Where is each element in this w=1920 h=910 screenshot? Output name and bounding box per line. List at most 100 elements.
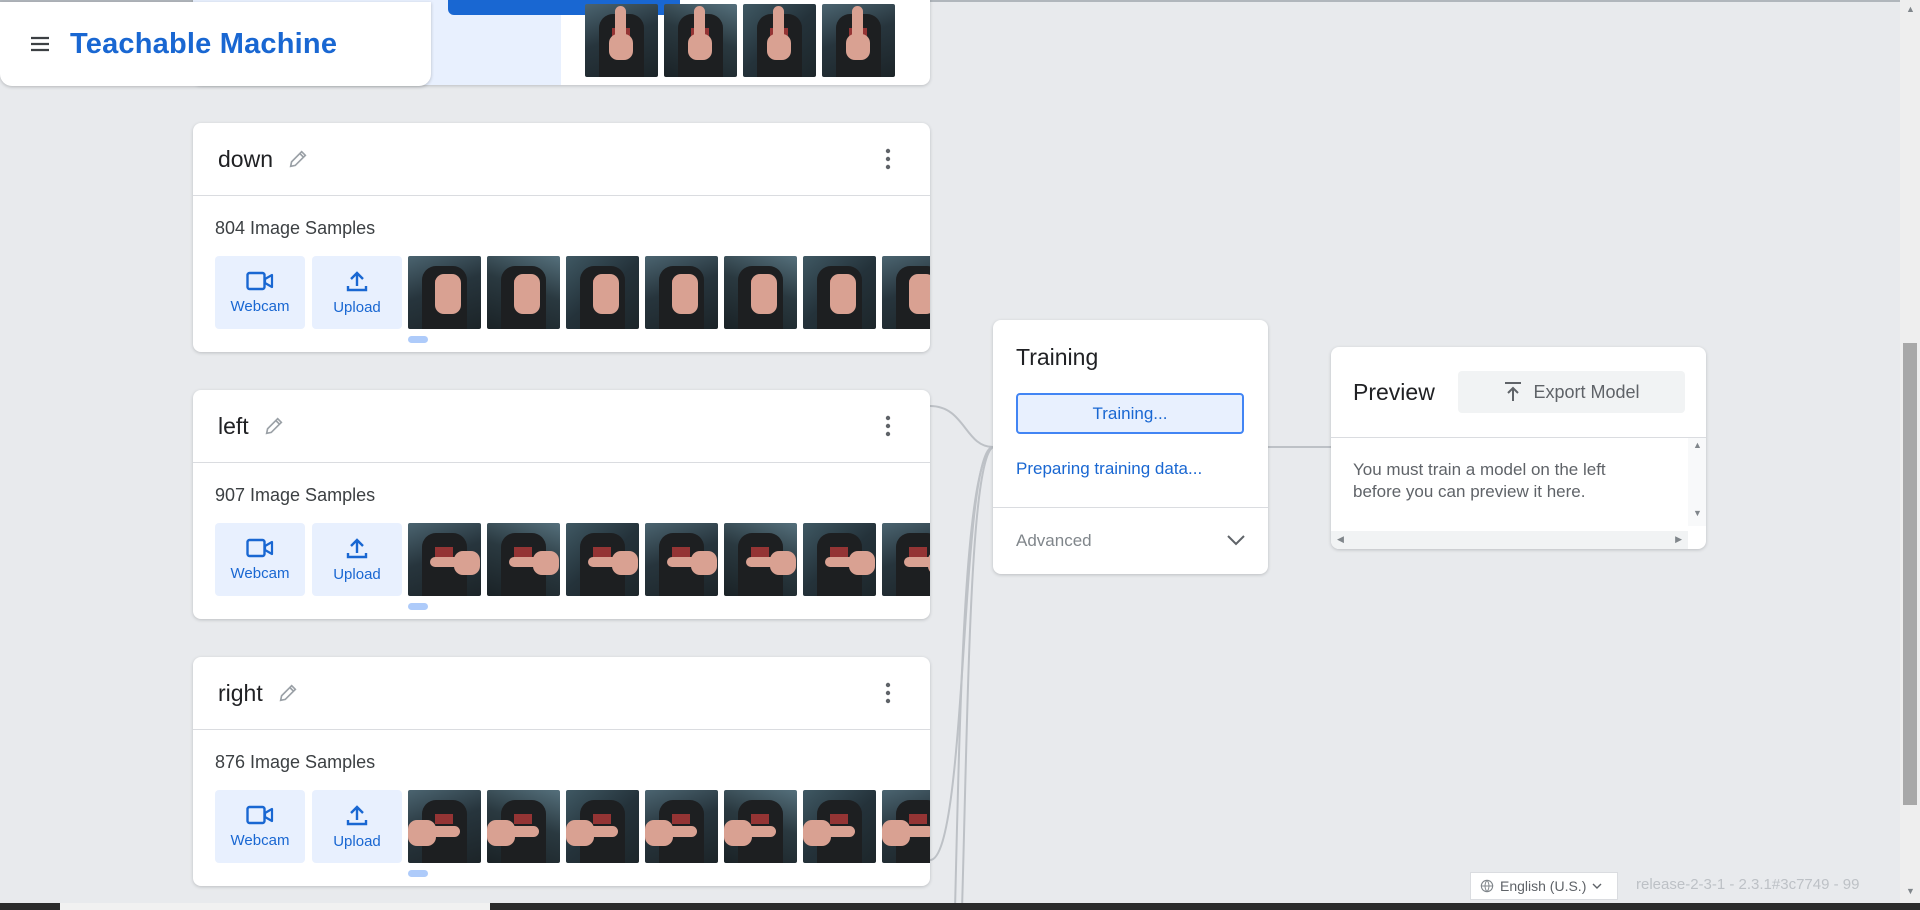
sample-thumbnail (664, 4, 737, 77)
language-label: English (U.S.) (1500, 878, 1587, 894)
strip-scroll-indicator[interactable] (408, 336, 428, 343)
sample-thumbnail[interactable] (566, 523, 639, 596)
scroll-up-arrow-icon[interactable]: ▲ (1906, 4, 1915, 14)
class-card-header: right (193, 657, 930, 730)
chevron-down-icon[interactable] (1224, 528, 1248, 552)
scroll-down-arrow-icon[interactable]: ▼ (1693, 508, 1702, 518)
menu-icon[interactable] (24, 28, 56, 60)
class-name[interactable]: right (218, 680, 263, 707)
videocam-icon (246, 538, 274, 558)
upload-icon (346, 271, 368, 292)
chevron-down-icon (1592, 883, 1602, 889)
sample-thumbnail[interactable] (724, 523, 797, 596)
upload-button[interactable]: Upload (312, 523, 402, 596)
sample-thumbnail[interactable] (487, 523, 560, 596)
sample-thumbnail[interactable] (408, 523, 481, 596)
sample-thumbnail[interactable] (803, 523, 876, 596)
sample-strip[interactable] (408, 523, 930, 596)
train-model-button[interactable]: Training... (1016, 393, 1244, 434)
divider (993, 507, 1268, 508)
training-status: Preparing training data... (1016, 459, 1203, 478)
webcam-button[interactable]: Webcam (215, 790, 305, 863)
sample-thumbnail[interactable] (645, 523, 718, 596)
upload-label: Upload (333, 299, 381, 316)
version-text: release-2-3-1 - 2.3.1#3c7749 - 99 (1636, 876, 1860, 893)
sample-thumbnail[interactable] (408, 790, 481, 863)
training-card: Training Training... Preparing training … (993, 320, 1268, 574)
bottom-bar-highlight (60, 903, 490, 910)
sample-thumbnail[interactable] (408, 256, 481, 329)
bottom-bar (0, 903, 1920, 910)
upload-label: Upload (333, 833, 381, 850)
webcam-button[interactable]: Webcam (215, 256, 305, 329)
app-header: Teachable Machine (0, 2, 431, 86)
sample-thumbnail[interactable] (645, 790, 718, 863)
sample-thumbnail (743, 4, 816, 77)
class-card-down: down 804 Image Samples Webcam Upload (193, 123, 930, 352)
webcam-label: Webcam (230, 832, 290, 849)
divider (1331, 437, 1706, 438)
globe-icon (1480, 879, 1494, 893)
page-scrollbar-thumb[interactable] (1903, 343, 1917, 805)
webcam-label: Webcam (230, 298, 290, 315)
sample-thumbnail[interactable] (566, 256, 639, 329)
scroll-left-arrow-icon[interactable]: ◀ (1337, 534, 1344, 545)
class-card-left: left 907 Image Samples Webcam Upload (193, 390, 930, 619)
upload-label: Upload (333, 566, 381, 583)
language-select[interactable]: English (U.S.) (1470, 872, 1618, 900)
sample-thumbnail (585, 4, 658, 77)
sample-thumbnail[interactable] (724, 256, 797, 329)
sample-count: 907 Image Samples (215, 485, 376, 505)
export-icon (1505, 382, 1522, 401)
export-model-button[interactable]: Export Model (1458, 371, 1685, 413)
upload-button[interactable]: Upload (312, 256, 402, 329)
sample-thumbnail[interactable] (566, 790, 639, 863)
class-name[interactable]: left (218, 413, 249, 440)
scroll-right-arrow-icon[interactable]: ▶ (1675, 534, 1682, 545)
scroll-down-arrow-icon[interactable]: ▼ (1906, 886, 1915, 896)
sample-count: 876 Image Samples (215, 752, 376, 772)
sample-strip[interactable] (408, 256, 930, 329)
pencil-icon[interactable] (277, 682, 299, 704)
upload-icon (346, 805, 368, 826)
more-vert-icon[interactable] (876, 414, 900, 438)
sample-thumbnail[interactable] (803, 256, 876, 329)
strip-scroll-indicator[interactable] (408, 603, 428, 610)
class-card-right: right 876 Image Samples Webcam Upload (193, 657, 930, 886)
export-model-label: Export Model (1533, 381, 1640, 402)
preview-vertical-scrollbar[interactable]: ▲ ▼ (1688, 438, 1706, 526)
more-vert-icon[interactable] (876, 147, 900, 171)
pencil-icon[interactable] (263, 415, 285, 437)
app-title[interactable]: Teachable Machine (70, 28, 337, 61)
upload-button[interactable]: Upload (312, 790, 402, 863)
webcam-button[interactable]: Webcam (215, 523, 305, 596)
sample-thumbnail[interactable] (803, 790, 876, 863)
preview-message: You must train a model on the left befor… (1353, 460, 1606, 501)
more-vert-icon[interactable] (876, 681, 900, 705)
class-card-header: down (193, 123, 930, 196)
sample-thumbnail[interactable] (882, 523, 930, 596)
class-name[interactable]: down (218, 146, 273, 173)
videocam-icon (246, 805, 274, 825)
preview-horizontal-scrollbar[interactable]: ◀ ▶ (1331, 531, 1688, 549)
sample-thumbnail[interactable] (487, 256, 560, 329)
advanced-toggle-label[interactable]: Advanced (1016, 531, 1092, 551)
training-title: Training (1016, 344, 1099, 370)
preview-title: Preview (1353, 379, 1435, 405)
sample-thumbnail[interactable] (645, 256, 718, 329)
sample-thumbnail[interactable] (487, 790, 560, 863)
preview-card: Preview Export Model You must train a mo… (1331, 347, 1706, 549)
pencil-icon[interactable] (287, 148, 309, 170)
sample-thumbnail[interactable] (882, 790, 930, 863)
videocam-icon (246, 271, 274, 291)
sample-strip[interactable] (408, 790, 930, 863)
class-card-header: left (193, 390, 930, 463)
webcam-label: Webcam (230, 565, 290, 582)
sample-thumbnail[interactable] (724, 790, 797, 863)
sample-count: 804 Image Samples (215, 218, 376, 238)
strip-scroll-indicator[interactable] (408, 870, 428, 877)
upload-icon (346, 538, 368, 559)
sample-thumbnail (822, 4, 895, 77)
scroll-up-arrow-icon[interactable]: ▲ (1693, 440, 1702, 450)
sample-thumbnail[interactable] (882, 256, 930, 329)
